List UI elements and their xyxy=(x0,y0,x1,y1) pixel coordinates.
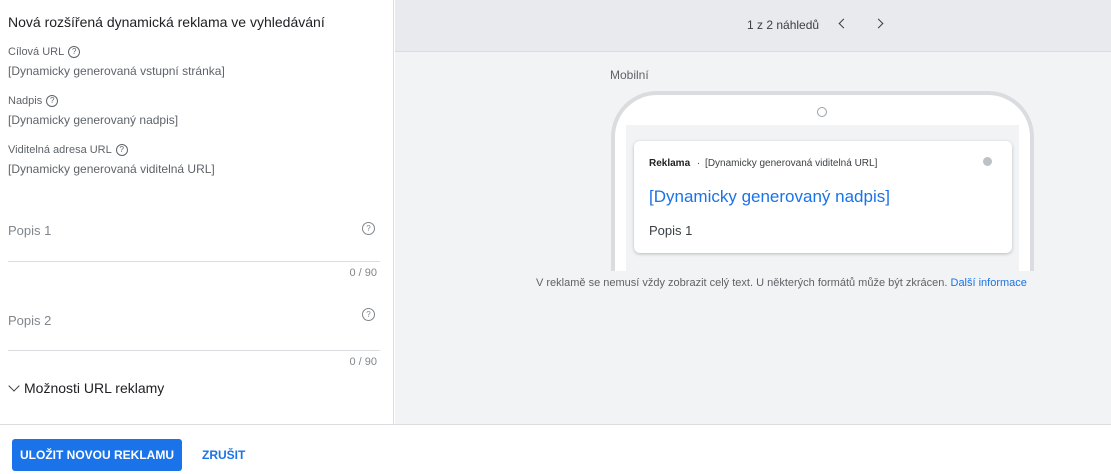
ad-headline[interactable]: [Dynamicky generovaný nadpis] xyxy=(649,187,890,207)
cancel-button[interactable]: ZRUŠIT xyxy=(202,439,245,471)
disclaimer-text: V reklamě se nemusí vždy zobrazit celý t… xyxy=(536,277,948,289)
ad-preview-card: Reklama · [Dynamicky generovaná viditeln… xyxy=(634,141,1012,253)
final-url-value: [Dynamicky generovaná vstupní stránka] xyxy=(8,64,225,78)
preview-disclaimer: V reklamě se nemusí vždy zobrazit celý t… xyxy=(536,277,1027,289)
preview-panel: 1 z 2 náhledů Mobilní Reklama · [Dynamic… xyxy=(395,0,1111,424)
url-options-toggle[interactable]: Možnosti URL reklamy xyxy=(8,379,165,396)
ad-badge: Reklama xyxy=(649,158,691,169)
phone-camera-icon xyxy=(817,107,827,117)
chevron-right-icon[interactable] xyxy=(871,14,891,34)
description-2-counter: 0 / 90 xyxy=(349,356,377,368)
ad-description: Popis 1 xyxy=(649,223,693,238)
ad-meta: Reklama · [Dynamicky generovaná viditeln… xyxy=(649,158,877,169)
description-2-input[interactable]: Popis 2 xyxy=(8,313,51,328)
headline-label-text: Nadpis xyxy=(8,95,43,107)
preview-pager: 1 z 2 náhledů xyxy=(747,18,820,32)
display-url-label-text: Viditelná adresa URL xyxy=(8,144,112,156)
help-icon[interactable]: ? xyxy=(68,46,81,58)
phone-screen: Reklama · [Dynamicky generovaná viditeln… xyxy=(626,125,1019,271)
description-2-underline xyxy=(8,350,380,351)
display-url-label: Viditelná adresa URL ? xyxy=(8,144,128,156)
final-url-label: Cílová URL ? xyxy=(8,46,81,58)
display-url-value: [Dynamicky generovaná viditelná URL] xyxy=(8,162,215,176)
chevron-down-icon xyxy=(8,379,20,392)
ad-separator: · xyxy=(696,158,701,169)
url-options-label: Možnosti URL reklamy xyxy=(24,380,165,396)
save-ad-button[interactable]: ULOŽIT NOVOU REKLAMU xyxy=(12,439,182,471)
headline-label: Nadpis ? xyxy=(8,95,59,107)
ad-display-url: [Dynamicky generovaná viditelná URL] xyxy=(705,158,878,169)
chevron-left-icon[interactable] xyxy=(832,14,852,34)
help-icon[interactable]: ? xyxy=(362,308,375,321)
help-icon[interactable]: ? xyxy=(46,95,59,107)
device-label: Mobilní xyxy=(610,68,649,82)
info-icon[interactable] xyxy=(983,157,992,166)
help-icon[interactable]: ? xyxy=(362,222,375,235)
ad-form-panel: Nová rozšířená dynamická reklama ve vyhl… xyxy=(0,0,394,424)
description-1-input[interactable]: Popis 1 xyxy=(8,223,51,238)
form-footer: ULOŽIT NOVOU REKLAMU ZRUŠIT xyxy=(0,424,1111,474)
final-url-label-text: Cílová URL xyxy=(8,46,65,58)
help-icon[interactable]: ? xyxy=(115,144,128,156)
description-1-counter: 0 / 90 xyxy=(349,267,377,279)
form-title: Nová rozšířená dynamická reklama ve vyhl… xyxy=(8,14,325,30)
preview-toolbar: 1 z 2 náhledů xyxy=(395,0,1111,52)
learn-more-link[interactable]: Další informace xyxy=(951,277,1027,289)
description-1-underline xyxy=(8,261,380,262)
headline-value: [Dynamicky generovaný nadpis] xyxy=(8,113,179,127)
phone-frame: Reklama · [Dynamicky generovaná viditeln… xyxy=(611,91,1034,271)
